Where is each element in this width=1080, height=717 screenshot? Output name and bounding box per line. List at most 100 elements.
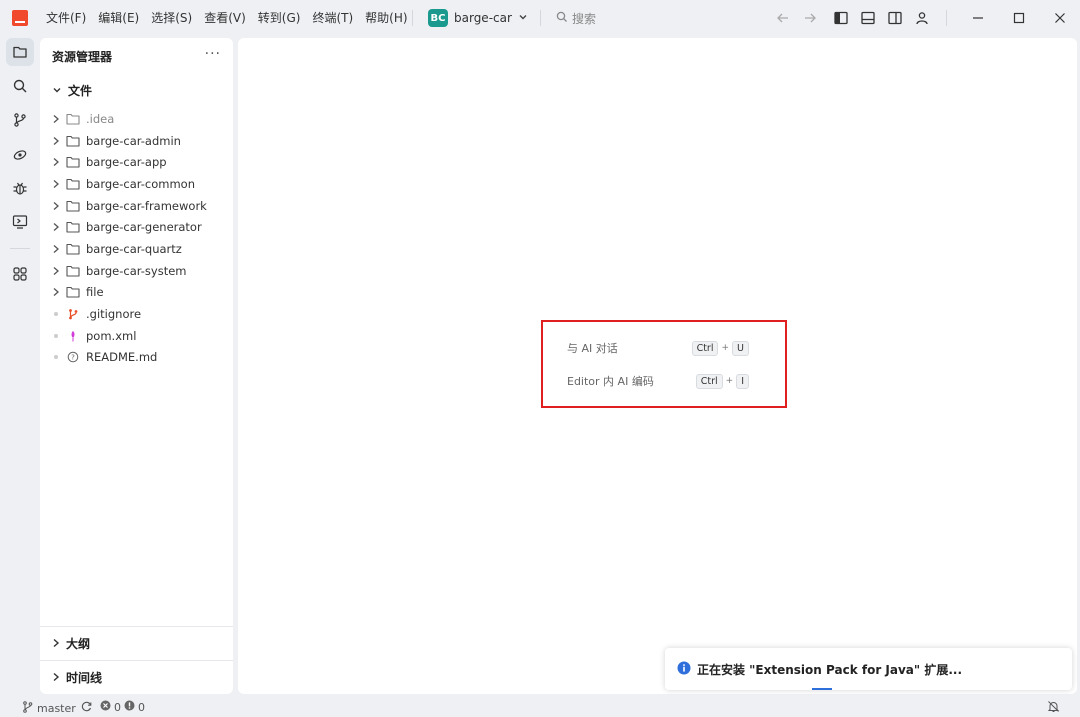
tree-item-label: barge-car-admin [86,133,181,148]
outline-label: 大纲 [66,637,91,651]
status-bar: master 0 0 [0,698,1080,717]
folder-icon [66,112,80,126]
notification-text: 正在安装 "Extension Pack for Java" 扩展... [697,662,962,677]
project-switcher[interactable]: BC barge-car [428,8,528,28]
chevron-right-icon [52,114,60,124]
info-icon [677,661,691,678]
tree-item-barge-car-system[interactable]: barge-car-system [52,260,227,282]
search-icon[interactable] [6,72,34,100]
shortcut-label: Editor 内 AI 编码 [567,375,654,388]
explorer-sidebar: 资源管理器 ··· 文件 .idea barge-car-admin barge… [40,38,233,694]
tree-item-gitignore[interactable]: .gitignore [52,303,227,325]
extensions-icon[interactable] [6,260,34,288]
toggle-panel-icon[interactable] [859,9,877,27]
source-control-icon[interactable] [6,106,34,134]
key-i: I [736,373,749,389]
tree-item-label: barge-car-app [86,155,167,170]
tree-item-label: pom.xml [86,328,137,343]
close-icon[interactable] [1051,9,1069,27]
chevron-right-icon [52,179,60,189]
maximize-icon[interactable] [1010,9,1028,27]
files-section-header[interactable]: 文件 [52,82,92,99]
forward-arrow-icon[interactable] [801,9,819,27]
explorer-icon[interactable] [6,38,34,66]
chevron-right-icon [52,201,60,211]
back-arrow-icon[interactable] [774,9,792,27]
account-icon[interactable] [913,9,931,27]
file-tree: .idea barge-car-admin barge-car-app barg… [52,108,227,368]
title-bar: 文件(F) 编辑(E) 选择(S) 查看(V) 转到(G) 终端(T) 帮助(H… [0,0,1080,36]
info-circle-icon: ? [66,350,80,364]
key-u: U [732,340,749,356]
folder-icon [66,220,80,234]
warning-count: 0 [138,700,145,714]
tree-item-barge-car-admin[interactable]: barge-car-admin [52,130,227,152]
maven-feather-icon [66,329,80,343]
activity-bar [0,36,40,696]
tree-item-readme-md[interactable]: ? README.md [52,347,227,369]
key-ctrl: Ctrl [691,340,719,356]
tree-item-barge-car-framework[interactable]: barge-car-framework [52,195,227,217]
divider [540,10,541,26]
tree-item-file[interactable]: file [52,282,227,304]
file-dot [54,312,58,317]
shortcut-keys: Ctrl + U [691,340,749,356]
menu-help[interactable]: 帮助(H) [359,6,413,30]
menu-view[interactable]: 查看(V) [198,6,252,30]
tree-item-pom-xml[interactable]: pom.xml [52,325,227,347]
tree-item-idea[interactable]: .idea [52,108,227,130]
sync-icon[interactable] [80,700,93,716]
tree-indent [52,312,60,317]
git-branch-status[interactable]: master [22,700,93,716]
tree-item-label: .idea [86,111,115,126]
divider [412,10,413,26]
menu-bar: 文件(F) 编辑(E) 选择(S) 查看(V) 转到(G) 终端(T) 帮助(H… [40,0,414,36]
toggle-secondary-sidebar-icon[interactable] [886,9,904,27]
shortcut-inline-ai-coding[interactable]: Editor 内 AI 编码 Ctrl + I [567,371,749,391]
key-ctrl: Ctrl [695,373,723,389]
menu-go[interactable]: 转到(G) [252,6,307,30]
tree-item-barge-car-common[interactable]: barge-car-common [52,173,227,195]
error-count: 0 [114,700,121,714]
file-dot [54,333,58,338]
more-actions-icon[interactable]: ··· [205,46,221,62]
tree-indent [52,333,60,338]
files-section-label: 文件 [68,84,93,98]
ai-icon[interactable] [6,140,34,168]
menu-edit[interactable]: 编辑(E) [92,6,145,30]
search-box[interactable]: 搜索 [556,8,596,28]
tree-item-barge-car-quartz[interactable]: barge-car-quartz [52,238,227,260]
tree-item-barge-car-generator[interactable]: barge-car-generator [52,216,227,238]
folder-icon [66,264,80,278]
menu-file[interactable]: 文件(F) [40,6,92,30]
chevron-right-icon [52,222,60,232]
chevron-down-icon [52,84,62,98]
folder-icon [66,199,80,213]
shortcut-chat-with-ai[interactable]: 与 AI 对话 Ctrl + U [567,338,749,358]
chevron-right-icon [52,244,60,254]
error-icon [100,700,111,714]
toggle-sidebar-icon[interactable] [832,9,850,27]
menu-selection[interactable]: 选择(S) [145,6,198,30]
folder-icon [66,285,80,299]
plus-sign: + [725,376,734,386]
timeline-label: 时间线 [66,671,103,685]
tree-item-label: .gitignore [86,307,142,322]
sidebar-title: 资源管理器 [52,50,113,64]
remote-icon[interactable] [6,208,34,236]
progress-indicator [812,688,832,690]
minimize-icon[interactable] [969,9,987,27]
notifications-muted-icon[interactable] [1047,700,1060,716]
tree-item-barge-car-app[interactable]: barge-car-app [52,151,227,173]
search-icon [556,11,568,26]
chevron-right-icon [52,637,60,651]
outline-section-header[interactable]: 大纲 [40,626,233,660]
chevron-down-icon [518,11,528,25]
debug-icon[interactable] [6,174,34,202]
timeline-section-header[interactable]: 时间线 [40,660,233,694]
menu-terminal[interactable]: 终端(T) [306,6,359,30]
tree-item-label: barge-car-system [86,263,187,278]
file-dot [54,355,58,360]
problems-status[interactable]: 0 0 [100,700,145,714]
install-notification[interactable]: 正在安装 "Extension Pack for Java" 扩展... [665,648,1072,690]
